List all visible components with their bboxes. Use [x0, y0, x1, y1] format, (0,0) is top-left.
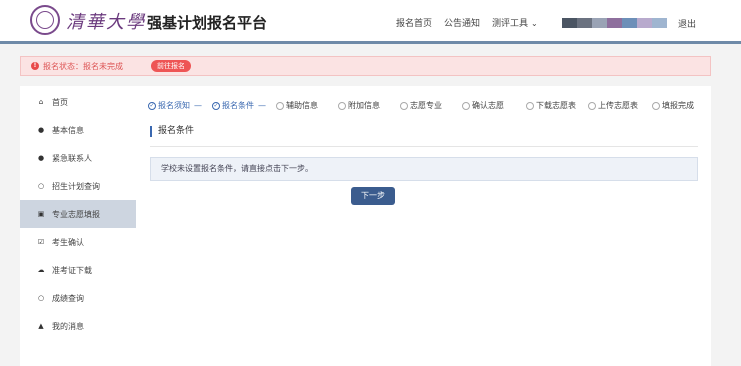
sidebar-item-major-application[interactable]: ▣ 专业志愿填报: [20, 200, 136, 228]
sidebar-item-candidate-confirm[interactable]: ☑ 考生确认: [20, 228, 136, 256]
sidebar-item-emergency-contact[interactable]: ● 紧急联系人: [20, 144, 136, 172]
form-icon: ▣: [37, 210, 45, 218]
step-circle-icon: [588, 101, 596, 110]
step-registration-notice[interactable]: ✓ 报名须知 —: [148, 100, 202, 111]
step-upload-form[interactable]: 上传志愿表: [588, 100, 638, 111]
step-circle-icon: [400, 101, 408, 110]
sidebar-item-home[interactable]: ⌂ 首页: [20, 88, 136, 116]
platform-title: 强基计划报名平台: [147, 14, 268, 32]
step-complete[interactable]: 填报完成: [652, 100, 694, 111]
nav-item-assessment-tools[interactable]: 测评工具 ⌄: [492, 16, 538, 29]
sidebar: ⌂ 首页 ● 基本信息 ● 紧急联系人 ○ 招生计划查询 ▣ 专业志愿填报 ☑ 考生确认 ☁…: [20, 86, 137, 366]
nav-item-home[interactable]: 报名首页: [396, 16, 432, 29]
sidebar-item-basic-info[interactable]: ● 基本信息: [20, 116, 136, 144]
step-circle-icon: [652, 101, 660, 110]
sidebar-item-my-messages[interactable]: ▲ 我的消息: [20, 312, 136, 340]
section-title: 报名条件: [150, 126, 194, 137]
step-circle-icon: [276, 101, 284, 110]
university-logo: [30, 5, 60, 35]
step-circle-icon: [338, 101, 346, 110]
sidebar-item-enrollment-plan[interactable]: ○ 招生计划查询: [20, 172, 136, 200]
registration-status-text: 报名状态：报名未完成: [43, 62, 123, 71]
home-icon: ⌂: [38, 98, 44, 106]
step-download-form[interactable]: 下载志愿表: [526, 100, 576, 111]
user-icon: ●: [37, 154, 45, 162]
step-additional-info[interactable]: 附加信息: [338, 100, 380, 111]
logout-link[interactable]: 退出: [678, 17, 696, 30]
search-icon: ○: [37, 294, 45, 302]
user-icon: ●: [37, 126, 45, 134]
chevron-down-icon: ⌄: [531, 19, 538, 28]
step-preferred-major[interactable]: 志愿专业: [400, 100, 442, 111]
status-alert: ! 报名状态：报名未完成 前往报名: [20, 56, 711, 76]
check-icon: ☑: [37, 238, 45, 246]
alert-icon: !: [31, 62, 39, 70]
step-confirm-preference[interactable]: 确认志愿: [462, 100, 504, 111]
bell-icon: ▲: [38, 322, 44, 330]
check-circle-icon: ✓: [148, 101, 156, 110]
cloud-download-icon: ☁: [37, 266, 45, 274]
section-divider: [150, 146, 698, 147]
main-content: ✓ 报名须知 — ✓ 报名条件 — 辅助信息 附加信息 志愿专业 确认志愿 下载志愿表 …: [136, 86, 711, 366]
step-registration-conditions[interactable]: ✓ 报名条件 —: [212, 100, 266, 111]
user-name-redacted[interactable]: [562, 18, 667, 28]
nav-item-announcements[interactable]: 公告通知: [444, 16, 480, 29]
sidebar-item-admission-ticket[interactable]: ☁ 准考证下载: [20, 256, 136, 284]
top-header: 清華大學 强基计划报名平台 报名首页 公告通知 测评工具 ⌄ 退出: [0, 0, 741, 44]
info-message: 学校未设置报名条件，请直接点击下一步。: [150, 157, 698, 181]
step-circle-icon: [462, 101, 470, 110]
search-icon: ○: [37, 182, 45, 190]
go-register-button[interactable]: 前往报名: [151, 60, 191, 72]
university-name: 清華大學: [66, 12, 146, 33]
step-circle-icon: [526, 101, 534, 110]
sidebar-item-score-query[interactable]: ○ 成绩查询: [20, 284, 136, 312]
step-auxiliary-info[interactable]: 辅助信息: [276, 100, 318, 111]
check-circle-icon: ✓: [212, 101, 220, 110]
next-step-button[interactable]: 下一步: [351, 187, 395, 205]
